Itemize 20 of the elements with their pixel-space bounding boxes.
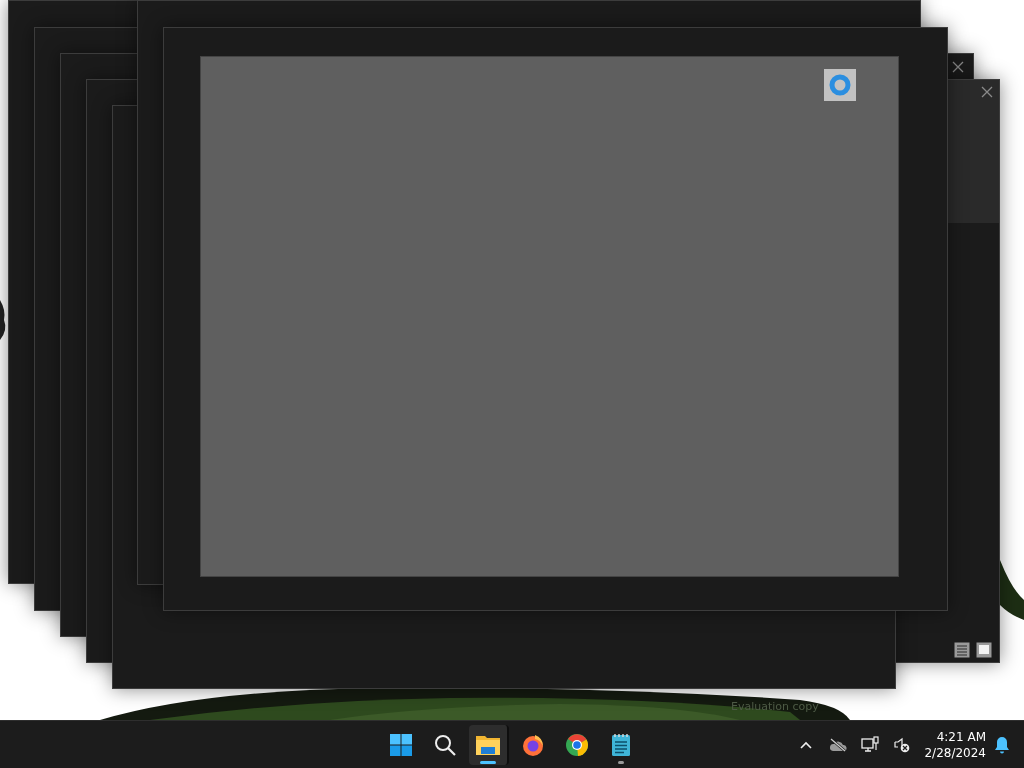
taskbar-button[interactable] xyxy=(469,724,509,765)
bell-icon[interactable] xyxy=(994,735,1010,754)
leaf-drawing xyxy=(0,300,6,340)
close-icon[interactable] xyxy=(952,61,964,73)
start-icon xyxy=(389,732,413,757)
network-icon[interactable] xyxy=(861,736,880,753)
leaf-drawing xyxy=(1000,560,1024,620)
cloud-off-icon[interactable] xyxy=(829,737,848,752)
firefox-icon xyxy=(521,732,545,757)
chevron-up-icon[interactable] xyxy=(799,739,814,750)
volume-muted-icon[interactable] xyxy=(894,736,911,753)
close-icon[interactable] xyxy=(981,86,993,98)
window-view-icon[interactable] xyxy=(976,642,992,658)
clock-time[interactable]: 4:21 AM xyxy=(936,728,986,745)
list-view-icon[interactable] xyxy=(954,642,970,658)
notepad-icon xyxy=(611,732,631,757)
watermark-text: Evaluation copy xyxy=(731,700,819,713)
search-icon xyxy=(433,732,457,757)
clock-date[interactable]: 2/28/2024 xyxy=(924,744,986,761)
chrome-icon xyxy=(565,732,589,757)
